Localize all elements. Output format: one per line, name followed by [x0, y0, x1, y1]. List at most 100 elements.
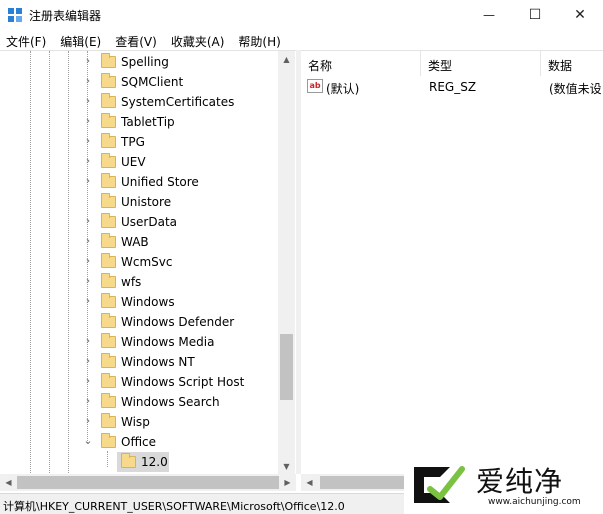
registry-editor-icon — [8, 8, 22, 22]
tree-item-label: SQMClient — [121, 75, 184, 89]
expand-arrow-icon[interactable]: › — [82, 254, 94, 268]
scroll-left-icon[interactable]: ◀ — [301, 474, 318, 491]
column-header-name[interactable]: 名称 — [301, 51, 421, 76]
minimize-button[interactable]: — — [466, 0, 512, 30]
tree-item-wfs[interactable]: › wfs — [0, 272, 278, 292]
expand-arrow-icon[interactable]: › — [82, 394, 94, 408]
expand-arrow-icon[interactable]: › — [82, 374, 94, 388]
column-header-data[interactable]: 数据 — [541, 51, 603, 76]
scroll-thumb[interactable] — [280, 334, 293, 400]
expand-arrow-icon[interactable]: › — [82, 154, 94, 168]
tree-item-unistore[interactable]: Unistore — [0, 192, 278, 212]
tree-item-12-0[interactable]: 12.0 — [0, 452, 278, 472]
tree-item-systemcertificates[interactable]: › SystemCertificates — [0, 92, 278, 112]
folder-icon — [101, 73, 116, 88]
expand-arrow-icon — [82, 194, 94, 208]
expand-arrow-icon[interactable]: › — [82, 134, 94, 148]
expand-arrow-icon[interactable]: › — [82, 334, 94, 348]
folder-icon — [101, 373, 116, 388]
tree-item-label: 12.0 — [141, 455, 168, 469]
tree-item-unified-store[interactable]: › Unified Store — [0, 172, 278, 192]
folder-icon — [101, 433, 116, 448]
expand-arrow-icon[interactable]: › — [82, 234, 94, 248]
folder-icon — [101, 213, 116, 228]
tree-item-windows-search[interactable]: › Windows Search — [0, 392, 278, 412]
tree-item-label: Wisp — [121, 415, 150, 429]
scroll-up-icon[interactable]: ▲ — [278, 51, 295, 68]
tree-item-sqmclient[interactable]: › SQMClient — [0, 72, 278, 92]
tree-vertical-scrollbar[interactable]: ▲ ▼ — [278, 51, 295, 474]
watermark-text: 爱纯净 — [476, 465, 564, 498]
column-header-type[interactable]: 类型 — [421, 51, 541, 76]
tree-item-windows-defender[interactable]: Windows Defender — [0, 312, 278, 332]
tree-item-label: Unified Store — [121, 175, 199, 189]
minimize-icon: — — [483, 8, 495, 22]
tree-item-windows[interactable]: › Windows — [0, 292, 278, 312]
key-tree[interactable]: › Spelling › SQMClient › SystemCertifica… — [0, 50, 296, 474]
tree-item-uev[interactable]: › UEV — [0, 152, 278, 172]
expand-arrow-icon[interactable]: › — [82, 74, 94, 88]
folder-icon — [101, 393, 116, 408]
collapse-arrow-icon[interactable]: ⌄ — [82, 434, 94, 448]
tree-item-label: TabletTip — [121, 115, 175, 129]
scroll-left-icon[interactable]: ◀ — [0, 474, 17, 491]
menu-view[interactable]: 查看(V) — [109, 30, 165, 50]
expand-arrow-icon — [82, 314, 94, 328]
menu-edit[interactable]: 编辑(E) — [54, 30, 109, 50]
folder-icon — [101, 133, 116, 148]
menu-file[interactable]: 文件(F) — [0, 30, 54, 50]
tree-item-windows-media[interactable]: › Windows Media — [0, 332, 278, 352]
tree-item-wcmsvc[interactable]: › WcmSvc — [0, 252, 278, 272]
value-row[interactable]: ab (默认) REG_SZ (数值未设 — [301, 77, 603, 97]
watermark-url: www.aichunjing.com — [488, 497, 581, 507]
tree-item-wisp[interactable]: › Wisp — [0, 412, 278, 432]
tree-item-label: wfs — [121, 275, 142, 289]
scroll-right-icon[interactable]: ▶ — [279, 474, 296, 491]
expand-arrow-icon[interactable]: › — [82, 414, 94, 428]
menu-help[interactable]: 帮助(H) — [232, 30, 288, 50]
tree-item-label: Spelling — [121, 55, 169, 69]
expand-arrow-icon[interactable]: › — [82, 214, 94, 228]
folder-icon — [101, 253, 116, 268]
scroll-down-icon[interactable]: ▼ — [278, 458, 295, 474]
tree-item-label: Windows Search — [121, 395, 220, 409]
expand-arrow-icon[interactable]: › — [82, 54, 94, 68]
tree-item-userdata[interactable]: › UserData — [0, 212, 278, 232]
value-type: REG_SZ — [429, 80, 477, 94]
close-button[interactable]: ✕ — [557, 0, 603, 30]
expand-arrow-icon[interactable]: › — [82, 174, 94, 188]
maximize-button[interactable]: ☐ — [512, 0, 558, 30]
tree-item-spelling[interactable]: › Spelling — [0, 52, 278, 72]
expand-arrow-icon[interactable]: › — [82, 94, 94, 108]
values-list[interactable]: 名称 类型 数据 ab (默认) REG_SZ (数值未设 — [301, 50, 603, 474]
tree-item-label: Windows Defender — [121, 315, 235, 329]
folder-icon — [101, 173, 116, 188]
tree-item-label: Windows NT — [121, 355, 195, 369]
folder-icon — [101, 113, 116, 128]
expand-arrow-icon[interactable]: › — [82, 354, 94, 368]
maximize-icon: ☐ — [528, 7, 542, 23]
tree-item-windows-script-host[interactable]: › Windows Script Host — [0, 372, 278, 392]
tree-item-wab[interactable]: › WAB — [0, 232, 278, 252]
tree-item-tpg[interactable]: › TPG — [0, 132, 278, 152]
tree-item-label: Windows Script Host — [121, 375, 245, 389]
folder-icon — [101, 333, 116, 348]
scroll-thumb[interactable] — [17, 476, 279, 489]
tree-item-tablettip[interactable]: › TabletTip — [0, 112, 278, 132]
watermark: 爱纯净 www.aichunjing.com — [404, 457, 603, 514]
tree-item-label: Unistore — [121, 195, 172, 209]
tree-item-windows-nt[interactable]: › Windows NT — [0, 352, 278, 372]
tree-item-label: UEV — [121, 155, 146, 169]
expand-arrow-icon[interactable]: › — [82, 274, 94, 288]
folder-icon — [101, 293, 116, 308]
folder-icon — [101, 233, 116, 248]
tree-horizontal-scrollbar[interactable]: ◀ ▶ — [0, 474, 296, 491]
expand-arrow-icon[interactable]: › — [82, 114, 94, 128]
string-value-icon: ab — [307, 79, 323, 93]
tree-item-office[interactable]: ⌄ Office — [0, 432, 278, 452]
menu-favorites[interactable]: 收藏夹(A) — [165, 30, 233, 50]
folder-icon — [101, 313, 116, 328]
expand-arrow-icon[interactable]: › — [82, 294, 94, 308]
tree-item-label: TPG — [121, 135, 145, 149]
tree-item-label: WAB — [121, 235, 149, 249]
